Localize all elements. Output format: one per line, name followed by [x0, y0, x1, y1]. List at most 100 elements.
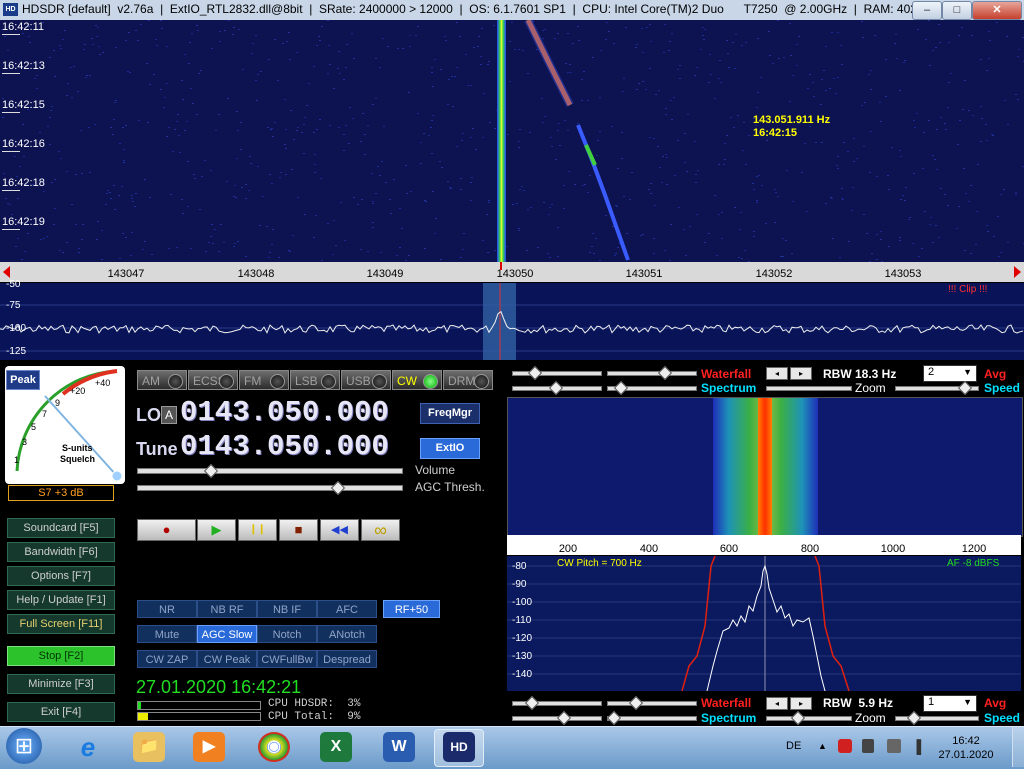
carrier-trace [497, 20, 506, 262]
peak-button[interactable]: Peak [6, 370, 40, 390]
time-label: 16:42:19 [2, 216, 45, 230]
tune-label: Tune [136, 439, 178, 459]
hdsdr-app-icon[interactable]: HD [3, 3, 18, 16]
stop-button[interactable]: Stop [F2] [7, 646, 115, 666]
time-label: 16:42:16 [2, 138, 45, 152]
af-zoom-slider[interactable] [766, 716, 852, 721]
freq-tick-label: 143048 [237, 268, 275, 280]
lo-a-button[interactable]: A [161, 406, 177, 424]
network-tray-icon[interactable] [887, 739, 901, 753]
rbw-left-icon[interactable]: ◂ [766, 367, 788, 380]
help-update-button[interactable]: Help / Update [F1] [7, 590, 115, 610]
nb-if-button[interactable]: NB IF [257, 600, 317, 618]
taskbar-clock[interactable]: 16:42 27.01.2020 [936, 734, 996, 762]
freqmgr-button[interactable]: FreqMgr [420, 403, 480, 424]
mode-fm-button[interactable]: FM [239, 370, 289, 390]
rf-zoom-slider[interactable] [766, 386, 852, 391]
file-explorer-icon[interactable]: 📁 [133, 732, 165, 762]
start-button[interactable]: ⊞ [6, 728, 42, 764]
rf-avg-select[interactable]: 2 ▼ [923, 365, 977, 382]
scroll-right-arrow-icon[interactable] [1014, 266, 1021, 278]
internet-explorer-icon[interactable]: e [72, 732, 104, 762]
af-db-label: -90 [512, 579, 527, 590]
hdsdr-icon[interactable]: HD [443, 732, 475, 762]
af-rbw-left-icon[interactable]: ◂ [766, 697, 788, 710]
mute-button[interactable]: Mute [137, 625, 197, 643]
cpu-hdsdr-text: CPU HDSDR: 3% [268, 698, 361, 710]
mode-label: DRM [448, 374, 476, 388]
language-indicator[interactable]: DE [786, 740, 801, 752]
loop-button[interactable]: ∞ [361, 519, 400, 541]
agc-threshold-slider[interactable] [137, 485, 403, 491]
af-waterfall-label: Waterfall [701, 696, 752, 710]
tray-expand-icon[interactable]: ▲ [818, 741, 827, 751]
extio-button[interactable]: ExtIO [420, 438, 480, 459]
mode-ecss-button[interactable]: ECSS [188, 370, 238, 390]
despread-button[interactable]: Despread [317, 650, 377, 668]
pause-button[interactable]: ❙❙ [238, 519, 277, 541]
minimize-button[interactable]: Minimize [F3] [7, 674, 115, 694]
afc-button[interactable]: AFC [317, 600, 377, 618]
rf-waterfall-slider-2[interactable] [607, 371, 697, 376]
db-label: -100 [6, 323, 27, 334]
nb-rf-button[interactable]: NB RF [197, 600, 257, 618]
play-button[interactable]: ▶ [197, 519, 236, 541]
rf-spectrum[interactable] [0, 283, 1024, 360]
rf-waterfall-label: Waterfall [701, 367, 752, 381]
exit-button[interactable]: Exit [F4] [7, 702, 115, 722]
mode-label: FM [244, 374, 262, 388]
mode-am-button[interactable]: AM [137, 370, 187, 390]
db-label: -75 [6, 300, 21, 311]
scroll-left-arrow-icon[interactable] [3, 266, 10, 278]
soundcard-button[interactable]: Soundcard [F5] [7, 518, 115, 538]
excel-icon[interactable]: X [320, 732, 352, 762]
signal-tray-icon[interactable]: ▐ [912, 739, 921, 754]
mode-lsb-button[interactable]: LSB [290, 370, 340, 390]
cpu-usage: CPU HDSDR: 3% CPU Total: 9% [268, 698, 360, 724]
rf-plus50-button[interactable]: RF+50 [383, 600, 440, 618]
af-waterfall[interactable] [507, 397, 1023, 537]
volume-slider[interactable] [137, 468, 403, 474]
af-rbw-right-icon[interactable]: ▸ [790, 697, 812, 710]
af-avg-select[interactable]: 1 ▼ [923, 695, 977, 712]
minimize-window-button[interactable]: – [912, 1, 942, 20]
cw-full-bw-button[interactable]: CWFullBw [257, 650, 317, 668]
rf-avg-label: Avg [984, 367, 1007, 381]
lo-frequency[interactable]: 0143.050.000 [180, 396, 389, 429]
rbw-right-icon[interactable]: ▸ [790, 367, 812, 380]
cw-peak-button[interactable]: CW Peak [197, 650, 257, 668]
freq-tick-label: 143049 [366, 268, 404, 280]
options-button[interactable]: Options [F7] [7, 566, 115, 586]
tune-frequency[interactable]: 0143.050.000 [180, 430, 389, 463]
show-desktop-button[interactable] [1012, 727, 1024, 767]
smeter-caption: S-units [62, 443, 93, 453]
anotch-button[interactable]: ANotch [317, 625, 377, 643]
mode-cw-button[interactable]: CW [392, 370, 442, 390]
af-spectrum[interactable] [507, 556, 1021, 691]
rf-rbw-value: RBW 18.3 Hz [823, 367, 897, 381]
stop-playback-button[interactable]: ■ [279, 519, 318, 541]
mode-drm-button[interactable]: DRM [443, 370, 493, 390]
cw-zap-button[interactable]: CW ZAP [137, 650, 197, 668]
agc-slow-button[interactable]: AGC Slow [197, 625, 257, 643]
record-button[interactable]: ● [137, 519, 196, 541]
af-avg-label: Avg [984, 696, 1007, 710]
word-icon[interactable]: W [383, 732, 415, 762]
mode-led-icon [219, 374, 234, 389]
media-player-icon[interactable]: ▶ [193, 732, 225, 762]
rf-waterfall-slider-1[interactable] [512, 371, 602, 376]
time-label: 16:42:15 [2, 99, 45, 113]
rf-waterfall[interactable] [0, 20, 1024, 262]
rewind-button[interactable]: ◀◀ [320, 519, 359, 541]
close-window-button[interactable]: ✕ [972, 1, 1022, 20]
acrobat-tray-icon[interactable] [838, 739, 852, 753]
af-waterfall-slider-2[interactable] [607, 701, 697, 706]
chrome-icon[interactable]: ◉ [258, 732, 290, 762]
mode-usb-button[interactable]: USB [341, 370, 391, 390]
full-screen-button[interactable]: Full Screen [F11] [7, 614, 115, 634]
maximize-window-button[interactable]: □ [942, 1, 972, 20]
nr-button[interactable]: NR [137, 600, 197, 618]
bandwidth-button[interactable]: Bandwidth [F6] [7, 542, 115, 562]
device-tray-icon[interactable] [862, 739, 874, 753]
notch-button[interactable]: Notch [257, 625, 317, 643]
